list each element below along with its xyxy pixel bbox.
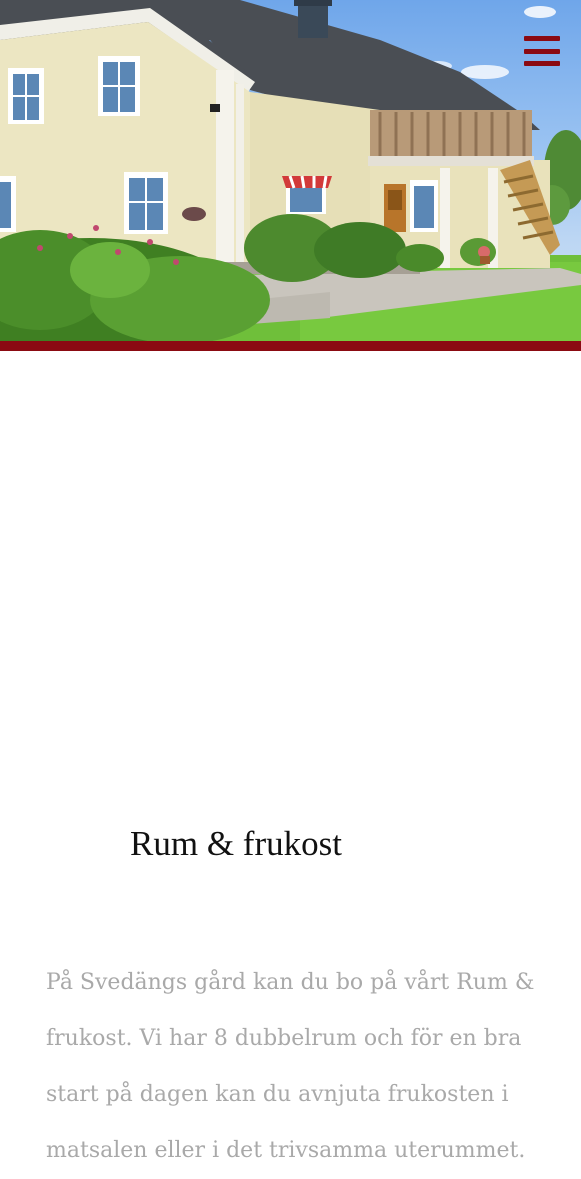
hamburger-menu-button[interactable] (524, 36, 560, 66)
accent-bar (0, 341, 581, 351)
hamburger-menu-icon-bar (524, 48, 560, 54)
page-description: På Svedängs gård kan du bo på vårt Rum &… (46, 970, 535, 1163)
house-photo (0, 0, 581, 341)
hero-image (0, 0, 581, 341)
hamburger-menu-icon (524, 36, 560, 41)
hamburger-menu-icon-bar (524, 61, 560, 66)
page-title: Rum & frukost (130, 824, 342, 863)
